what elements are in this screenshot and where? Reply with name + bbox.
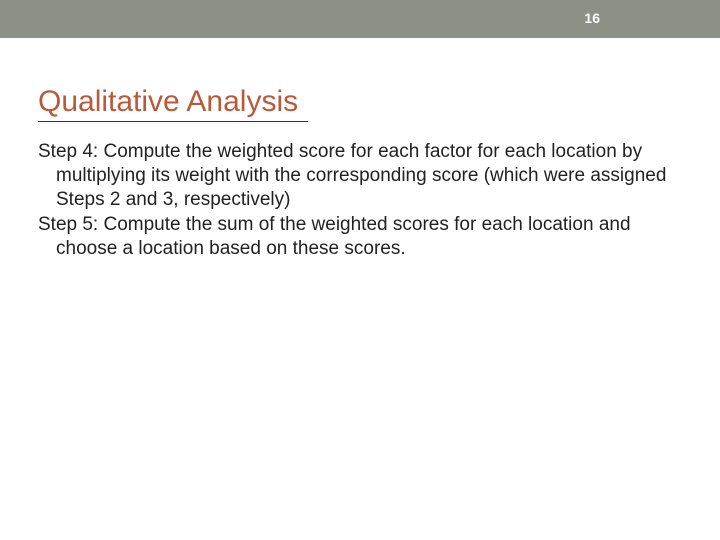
page-number: 16 bbox=[584, 10, 600, 26]
slide-title: Qualitative Analysis bbox=[38, 85, 308, 122]
step-4-text: Step 4: Compute the weighted score for e… bbox=[38, 140, 678, 211]
slide: 16 Qualitative Analysis Step 4: Compute … bbox=[0, 0, 720, 540]
step-5-text: Step 5: Compute the sum of the weighted … bbox=[38, 213, 678, 261]
header-bar: 16 bbox=[0, 0, 720, 38]
slide-body: Step 4: Compute the weighted score for e… bbox=[38, 140, 678, 263]
